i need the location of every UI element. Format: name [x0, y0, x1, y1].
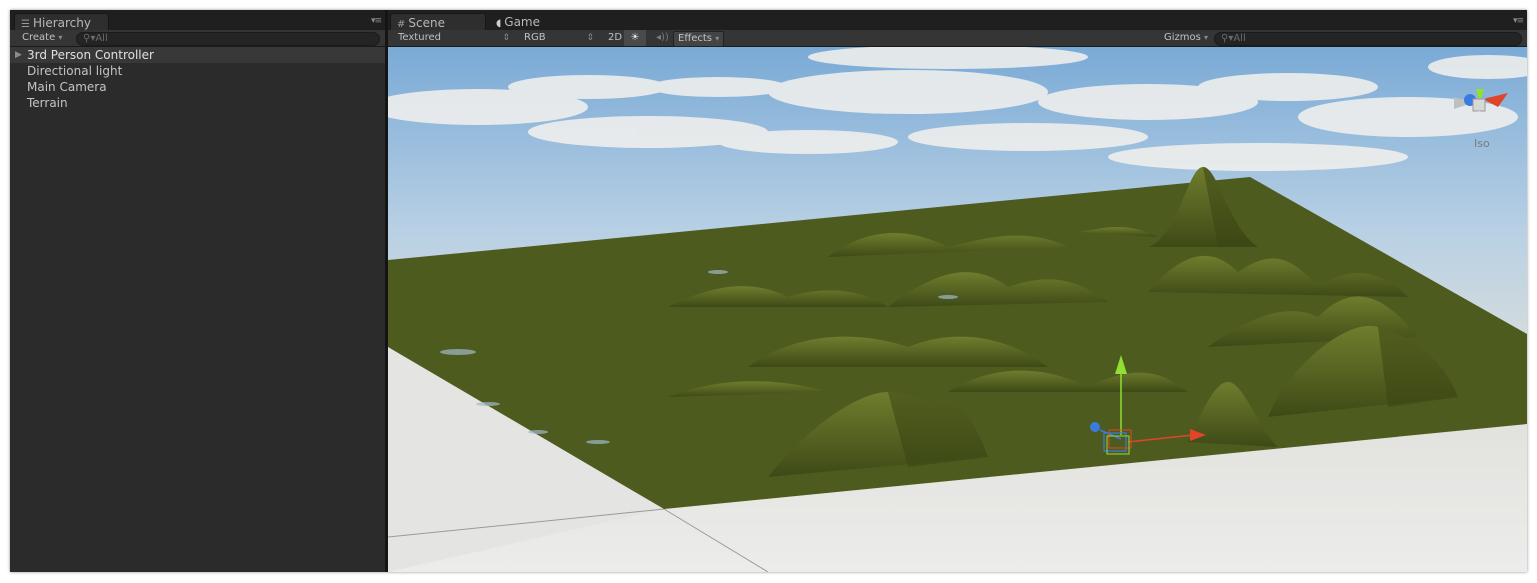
search-icon: ⚲▾	[83, 33, 96, 44]
tab-hierarchy-label: Hierarchy	[32, 16, 91, 30]
tab-scene[interactable]: # Scene	[390, 13, 486, 30]
gizmos-dropdown[interactable]: Gizmos ▾	[1158, 30, 1214, 46]
effects-label: Effects	[678, 33, 712, 44]
search-placeholder: All	[1233, 33, 1246, 44]
panel-menu-icon[interactable]: ▾≡	[371, 16, 382, 26]
color-mode-dropdown[interactable]: RGB ⇕	[518, 30, 598, 46]
dropdown-arrow-icon: ▾	[58, 33, 63, 42]
effects-dropdown[interactable]: Effects ▾	[673, 31, 725, 47]
tab-game-label: Game	[504, 15, 541, 29]
tab-game[interactable]: ◖ Game	[490, 13, 580, 30]
list-item[interactable]: Main Camera	[10, 79, 385, 95]
hierarchy-list: ▶ 3rd Person Controller Directional ligh…	[10, 47, 385, 111]
list-item-label: Terrain	[27, 96, 68, 110]
scene-search-input[interactable]: ⚲▾All	[1214, 32, 1522, 46]
tab-scene-label: Scene	[408, 16, 445, 30]
list-item[interactable]: Terrain	[10, 95, 385, 111]
list-item-label: Directional light	[27, 64, 123, 78]
hierarchy-toolbar: Create ▾ ⚲▾All	[10, 30, 385, 47]
dropdown-arrow-icon: ▾	[715, 34, 720, 43]
dropdown-arrow-icon: ▾	[1204, 33, 1209, 42]
create-button[interactable]: Create ▾	[16, 30, 68, 46]
color-mode-value: RGB	[524, 32, 546, 43]
render-mode-value: Textured	[398, 32, 441, 43]
scene-tabbar: # Scene ◖ Game ▾≡	[388, 10, 1527, 30]
gizmos-label: Gizmos	[1164, 32, 1201, 43]
render-mode-dropdown[interactable]: Textured ⇕	[392, 30, 514, 46]
lighting-toggle-button[interactable]: ☀	[624, 30, 646, 46]
hierarchy-tabbar: ☰ Hierarchy ▾≡	[10, 10, 385, 30]
dropdown-arrow-icon: ⇕	[502, 33, 510, 43]
scene-viewport[interactable]: Iso	[388, 47, 1527, 572]
2d-toggle-label: 2D	[608, 32, 623, 43]
list-item-label: Main Camera	[27, 80, 107, 94]
scene-render	[388, 47, 1527, 572]
sun-icon: ☀	[630, 32, 640, 43]
unity-editor-window: ☰ Hierarchy ▾≡ Create ▾ ⚲▾All ▶ 3rd Perso…	[10, 10, 1527, 572]
tab-hierarchy[interactable]: ☰ Hierarchy	[14, 13, 109, 30]
scene-panel: #Scene ◖Game ▾≡ Textured ⇕ RGB ⇕ 2D ☀	[388, 10, 1527, 572]
hierarchy-search-input[interactable]: ⚲▾All	[76, 32, 380, 46]
panel-menu-icon[interactable]: ▾≡	[1513, 16, 1524, 26]
list-item-label: 3rd Person Controller	[27, 48, 154, 62]
list-item[interactable]: ▶ 3rd Person Controller	[10, 47, 385, 63]
projection-label[interactable]: Iso	[1474, 137, 1490, 150]
search-icon: ⚲▾	[1221, 33, 1234, 44]
dropdown-arrow-icon: ⇕	[586, 33, 594, 43]
hierarchy-panel: ☰ Hierarchy ▾≡ Create ▾ ⚲▾All ▶ 3rd Perso…	[10, 10, 385, 572]
scene-toolbar: Textured ⇕ RGB ⇕ 2D ☀ ◂)) Effects ▾ Gizm…	[388, 30, 1527, 47]
search-placeholder: All	[95, 33, 108, 44]
expand-arrow-icon[interactable]: ▶	[15, 47, 22, 63]
audio-toggle-button[interactable]: ◂))	[650, 30, 675, 46]
list-item[interactable]: Directional light	[10, 63, 385, 79]
speaker-icon: ◂))	[656, 32, 669, 43]
create-button-label: Create	[22, 32, 56, 43]
